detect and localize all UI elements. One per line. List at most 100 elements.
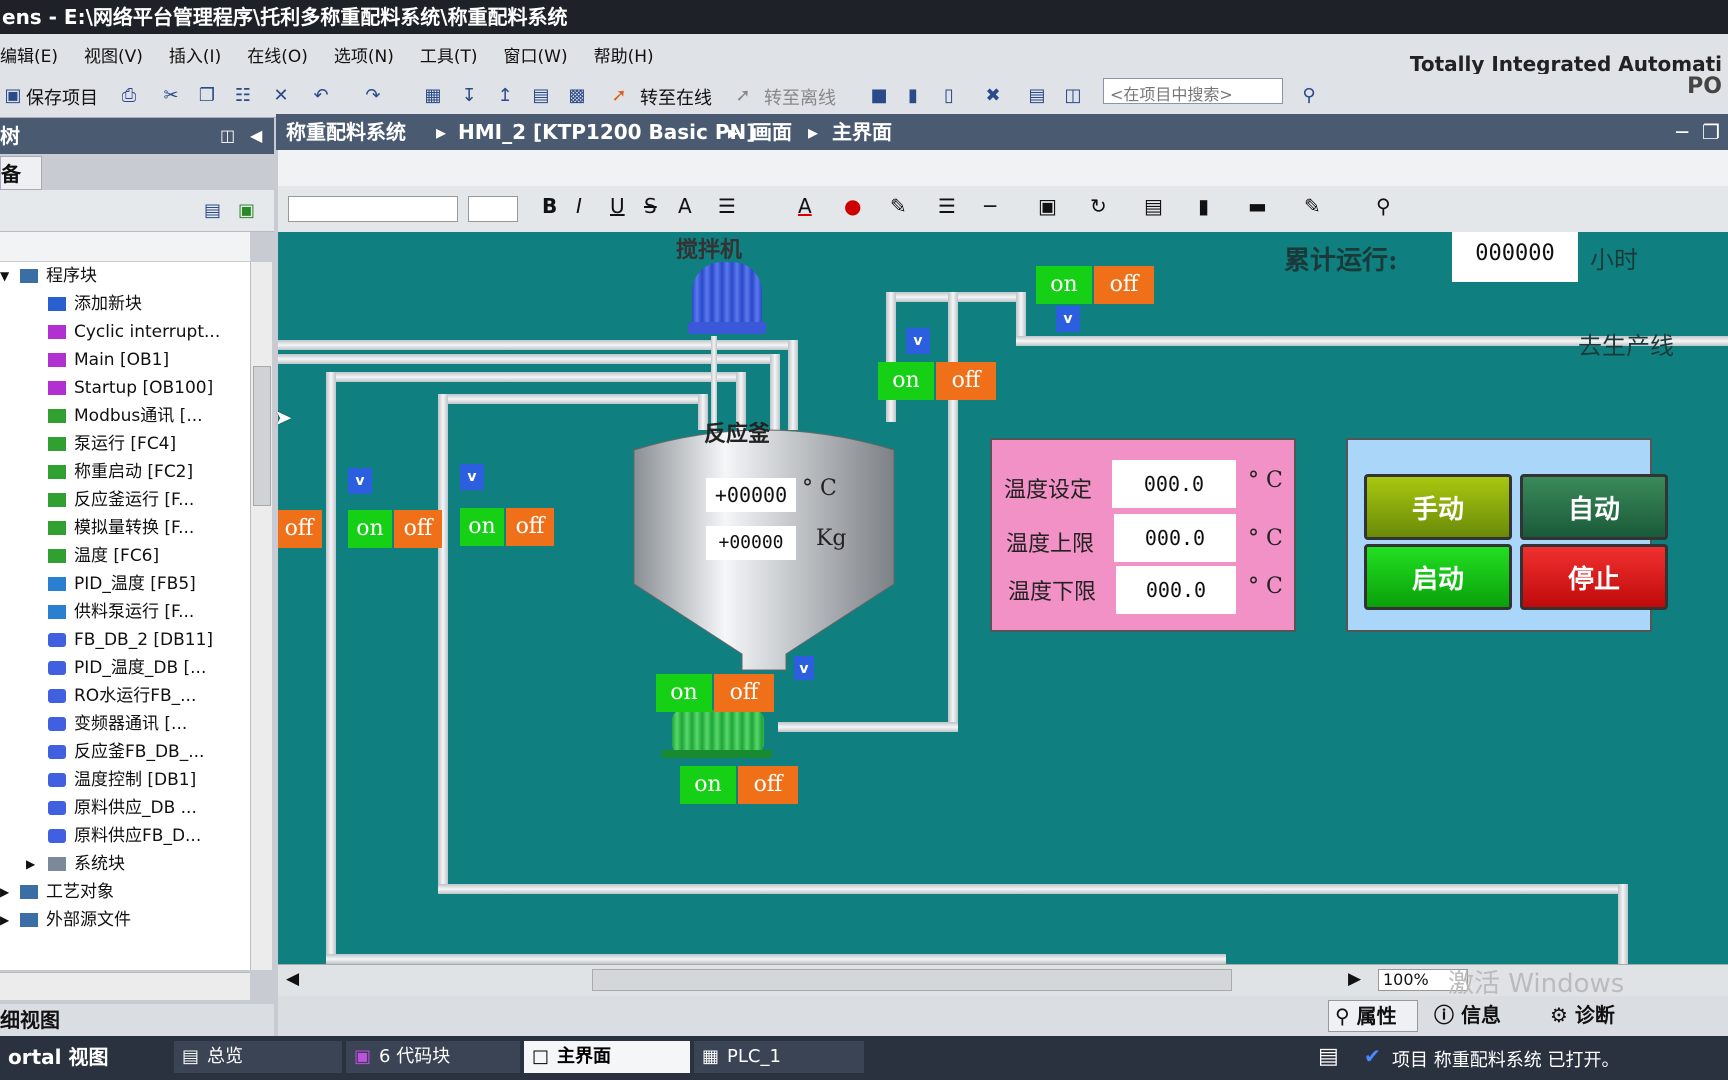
tree-item[interactable]: PID_温度 [FB5]: [48, 570, 196, 598]
menu-tools[interactable]: 工具(T): [420, 42, 478, 67]
portal-view-button[interactable]: ortal 视图: [0, 1041, 170, 1073]
off-button[interactable]: off: [738, 766, 798, 804]
copy-icon[interactable]: ❐: [194, 82, 220, 108]
strikethrough-icon[interactable]: S: [644, 194, 657, 218]
tree-vertical-scrollbar[interactable]: [250, 262, 272, 970]
tree-item[interactable]: PID_温度_DB [...: [48, 654, 206, 682]
off-button[interactable]: off: [278, 510, 322, 548]
underline-icon[interactable]: U: [610, 194, 625, 218]
project-search-input[interactable]: <在项目中搜索>: [1103, 78, 1283, 104]
menu-window[interactable]: 窗口(W): [504, 42, 568, 67]
on-button[interactable]: on: [680, 766, 736, 804]
tree-item[interactable]: Main [OB1]: [48, 346, 169, 374]
download-icon[interactable]: ↧: [456, 82, 482, 108]
add-device-icon[interactable]: ▣: [238, 200, 255, 221]
scroll-thumb[interactable]: [592, 969, 1232, 991]
delete-icon[interactable]: ✕: [268, 82, 294, 108]
temp-low-field[interactable]: 000.0: [1116, 566, 1236, 614]
reactor-weight-field[interactable]: +00000: [706, 526, 796, 560]
code-blocks-tab[interactable]: ▣ 6 代码块: [346, 1041, 520, 1073]
accessible-devices-icon[interactable]: ■: [866, 82, 892, 108]
tree-item-technology-objects[interactable]: ▶ 工艺对象: [0, 878, 114, 906]
save-project-button[interactable]: 保存项目: [26, 84, 98, 110]
notes-icon[interactable]: ▤: [1318, 1044, 1339, 1069]
properties-tab[interactable]: ⚲ 属性: [1328, 1000, 1418, 1032]
expand-arrow-icon[interactable]: ▼: [0, 262, 20, 290]
menu-view[interactable]: 视图(V): [84, 42, 143, 67]
canvas-horizontal-scrollbar[interactable]: ◀ ▶ 100% 激活 Windows: [278, 964, 1728, 999]
tree-item[interactable]: Startup [OB100]: [48, 374, 213, 402]
diagnostics-tab[interactable]: ⚙ 诊断: [1544, 1000, 1654, 1032]
tree-item[interactable]: 泵运行 [FC4]: [48, 430, 176, 458]
devices-tab[interactable]: 备: [0, 156, 42, 190]
monitor-icon[interactable]: ▩: [564, 82, 590, 108]
valve-icon[interactable]: v: [1056, 306, 1080, 332]
menu-edit[interactable]: 编辑(E): [0, 42, 58, 67]
main-screen-tab[interactable]: □ 主界面: [524, 1041, 690, 1073]
expand-arrow-icon[interactable]: ▶: [0, 906, 20, 934]
undo-icon[interactable]: ↶: [308, 82, 334, 108]
scroll-right-icon[interactable]: ▶: [1348, 969, 1361, 989]
table-view-icon[interactable]: ▤: [204, 200, 221, 221]
menu-help[interactable]: 帮助(H): [594, 42, 654, 67]
simulate-icon[interactable]: ▤: [528, 82, 554, 108]
save-icon[interactable]: ▣: [0, 82, 26, 108]
go-offline-icon[interactable]: ➚: [730, 82, 756, 108]
off-button[interactable]: off: [394, 510, 442, 548]
off-button[interactable]: off: [506, 508, 554, 546]
valve-icon[interactable]: v: [348, 468, 372, 494]
format-painter-icon[interactable]: ✎: [1304, 194, 1321, 218]
runtime-value-field[interactable]: 000000: [1452, 232, 1578, 282]
on-button[interactable]: on: [348, 510, 392, 548]
menu-online[interactable]: 在线(O): [247, 42, 308, 67]
breadcrumb-device[interactable]: HMI_2 [KTP1200 Basic PN]: [458, 114, 755, 150]
hmi-screen-canvas[interactable]: 搅拌机 反应釜 +00000 ° C +00000 Kg 累计运行: 00000…: [278, 232, 1728, 964]
fill-color-icon[interactable]: ●: [844, 194, 861, 218]
temp-high-field[interactable]: 000.0: [1114, 514, 1236, 562]
start-cpu-icon[interactable]: ▮: [900, 82, 926, 108]
menu-insert[interactable]: 插入(I): [169, 42, 221, 67]
tree-item[interactable]: Cyclic interrupt...: [48, 318, 220, 346]
collapse-left-icon[interactable]: ◀: [250, 118, 262, 154]
zoom-select-icon[interactable]: ⚲: [1376, 194, 1391, 218]
tree-item-external-sources[interactable]: ▶ 外部源文件: [0, 906, 131, 934]
arrange-icon[interactable]: ▣: [1038, 194, 1057, 218]
line-style-icon[interactable]: ─: [984, 194, 996, 218]
print-icon[interactable]: ⎙: [116, 82, 142, 108]
manual-button[interactable]: 手动: [1364, 474, 1512, 540]
breadcrumb-project[interactable]: 称重配料系统: [286, 114, 406, 150]
reactor-temperature-field[interactable]: +00000: [706, 478, 796, 512]
pump-motor[interactable]: [672, 710, 764, 754]
breadcrumb-main-screen[interactable]: 主界面: [832, 114, 892, 150]
mixer-motor[interactable]: [692, 262, 762, 328]
tree-item[interactable]: 称重启动 [FC2]: [48, 458, 193, 486]
cut-icon[interactable]: ✂: [158, 82, 184, 108]
tree-item[interactable]: 供料泵运行 [F...: [48, 598, 194, 626]
redo-icon[interactable]: ↷: [360, 82, 386, 108]
auto-button[interactable]: 自动: [1520, 474, 1668, 540]
expand-arrow-icon[interactable]: ▶: [26, 850, 48, 878]
line-width-icon[interactable]: ☰: [938, 194, 956, 218]
tree-item-system-blocks[interactable]: ▶ 系统块: [26, 850, 125, 878]
scroll-thumb[interactable]: [253, 366, 271, 506]
info-tab[interactable]: ⓘ 信息: [1428, 1000, 1538, 1032]
upload-icon[interactable]: ↥: [492, 82, 518, 108]
off-button[interactable]: off: [714, 674, 774, 712]
scroll-left-icon[interactable]: ◀: [286, 969, 299, 989]
font-size-select[interactable]: [468, 196, 518, 222]
same-size-icon[interactable]: ▬: [1248, 194, 1267, 218]
split-horizontal-icon[interactable]: ▤: [1024, 82, 1050, 108]
restore-icon[interactable]: ❐: [1702, 114, 1720, 150]
minimize-icon[interactable]: ─: [1676, 114, 1688, 150]
search-go-icon[interactable]: ⚲: [1296, 82, 1322, 108]
temp-set-field[interactable]: 000.0: [1112, 460, 1236, 508]
tree-item[interactable]: 反应釜FB_DB_...: [48, 738, 204, 766]
tree-item[interactable]: RO水运行FB_...: [48, 682, 196, 710]
tree-item-add-block[interactable]: 添加新块: [48, 290, 142, 318]
font-color-icon[interactable]: A: [798, 194, 812, 218]
tree-item[interactable]: FB_DB_2 [DB11]: [48, 626, 213, 654]
valve-icon[interactable]: v: [794, 656, 814, 680]
stop-cpu-icon[interactable]: ▯: [936, 82, 962, 108]
tree-item[interactable]: 原料供应_DB ...: [48, 794, 197, 822]
go-online-button[interactable]: 转至在线: [640, 84, 712, 110]
